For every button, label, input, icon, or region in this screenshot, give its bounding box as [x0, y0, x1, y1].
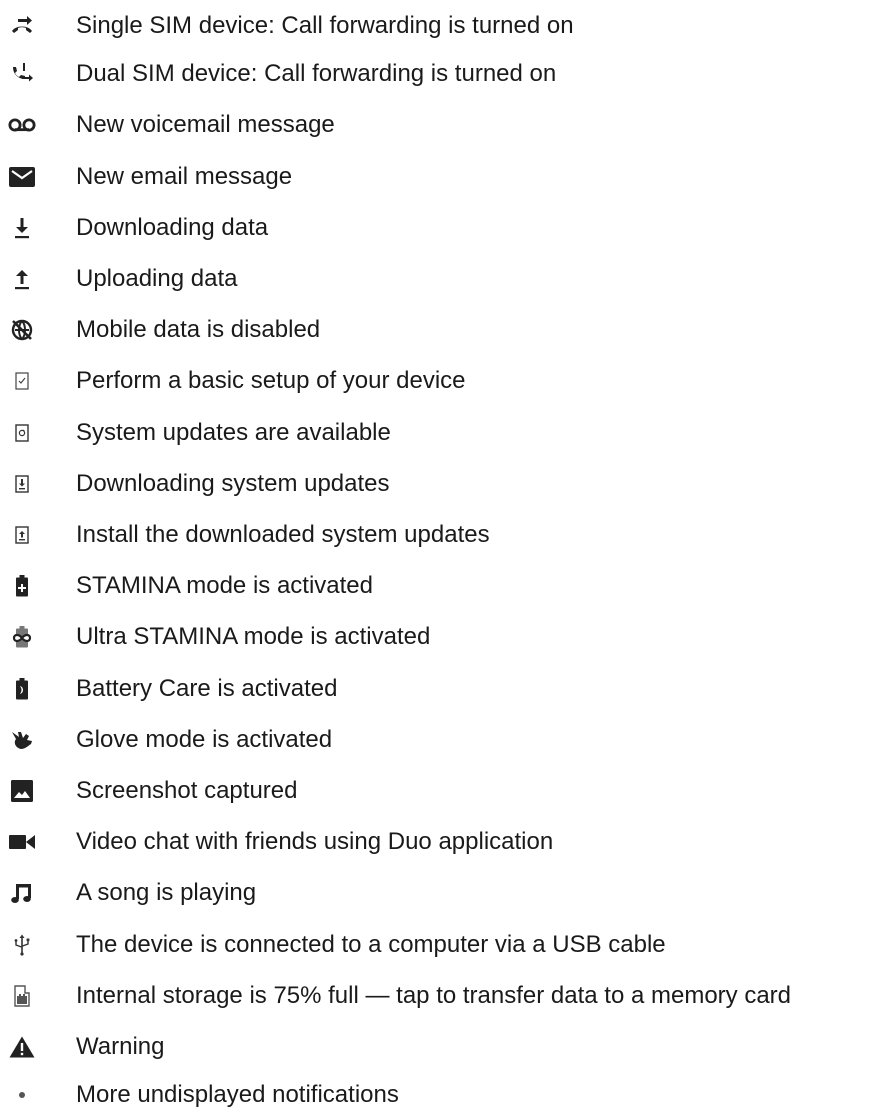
list-item-label: Downloading system updates: [76, 469, 390, 497]
call-forwarding-single-sim-icon: [8, 12, 36, 40]
list-item: Uploading data: [0, 253, 893, 304]
warning-icon: [8, 1033, 36, 1061]
list-item: Ultra STAMINA mode is activated: [0, 611, 893, 662]
list-item-label: Glove mode is activated: [76, 725, 333, 753]
list-item: Install the downloaded system updates: [0, 509, 893, 560]
list-item-label: System updates are available: [76, 418, 391, 446]
mobile-data-disabled-icon: [8, 316, 36, 344]
list-item-label: STAMINA mode is activated: [76, 571, 373, 599]
list-item-label: Warning: [76, 1032, 165, 1060]
list-item: Battery Care is activated: [0, 663, 893, 714]
list-item-label: Install the downloaded system updates: [76, 520, 490, 548]
list-item: Downloading system updates: [0, 458, 893, 509]
list-item-label: Perform a basic setup of your device: [76, 366, 466, 394]
list-item: Internal storage is 75% full — tap to tr…: [0, 970, 893, 1021]
list-item: Mobile data is disabled: [0, 304, 893, 355]
list-item: Dual SIM device: Call forwarding is turn…: [0, 48, 893, 99]
list-item-label: Video chat with friends using Duo applic…: [76, 827, 554, 855]
list-item-label: Internal storage is 75% full — tap to tr…: [76, 981, 792, 1009]
downloading-system-update-icon: [8, 470, 36, 498]
screenshot-icon: [8, 777, 36, 805]
storage-full-icon: [8, 982, 36, 1010]
list-item-label: Uploading data: [76, 264, 238, 292]
glove-mode-icon: [8, 726, 36, 754]
list-item-label: Screenshot captured: [76, 776, 298, 804]
list-item-label: Dual SIM device: Call forwarding is turn…: [76, 59, 557, 87]
list-item-label: A song is playing: [76, 878, 257, 906]
upload-icon: [8, 265, 36, 293]
download-icon: [8, 214, 36, 242]
list-item: The device is connected to a computer vi…: [0, 919, 893, 970]
ultra-stamina-mode-icon: [8, 623, 36, 651]
system-update-available-icon: [8, 419, 36, 447]
list-item: Screenshot captured: [0, 765, 893, 816]
list-item: Warning: [0, 1021, 893, 1072]
stamina-mode-icon: [8, 572, 36, 600]
list-item-label: New email message: [76, 162, 293, 190]
list-item-label: Single SIM device: Call forwarding is tu…: [76, 11, 574, 39]
more-notifications-dot-icon: [8, 1081, 36, 1109]
video-chat-icon: [8, 828, 36, 856]
list-item-label: More undisplayed notifications: [76, 1080, 399, 1108]
list-item: New voicemail message: [0, 99, 893, 150]
list-item-label: New voicemail message: [76, 110, 335, 138]
list-item: Perform a basic setup of your device: [0, 355, 893, 406]
usb-icon: [8, 931, 36, 959]
list-item-label: Downloading data: [76, 213, 269, 241]
list-item-label: Battery Care is activated: [76, 674, 338, 702]
list-item: New email message: [0, 151, 893, 202]
list-item: Glove mode is activated: [0, 714, 893, 765]
list-item: Video chat with friends using Duo applic…: [0, 816, 893, 867]
email-icon: [8, 163, 36, 191]
list-item-label: The device is connected to a computer vi…: [76, 930, 666, 958]
basic-setup-icon: [8, 367, 36, 395]
music-note-icon: [8, 879, 36, 907]
list-item-label: Mobile data is disabled: [76, 315, 321, 343]
list-item: Downloading data: [0, 202, 893, 253]
list-item: More undisplayed notifications: [0, 1069, 893, 1120]
list-item: A song is playing: [0, 867, 893, 918]
list-item: Single SIM device: Call forwarding is tu…: [0, 0, 893, 51]
install-system-update-icon: [8, 521, 36, 549]
list-item: System updates are available: [0, 407, 893, 458]
call-forwarding-dual-sim-icon: [8, 60, 36, 88]
list-item-label: Ultra STAMINA mode is activated: [76, 622, 431, 650]
list-item: STAMINA mode is activated: [0, 560, 893, 611]
voicemail-icon: [8, 111, 36, 139]
battery-care-icon: [8, 675, 36, 703]
